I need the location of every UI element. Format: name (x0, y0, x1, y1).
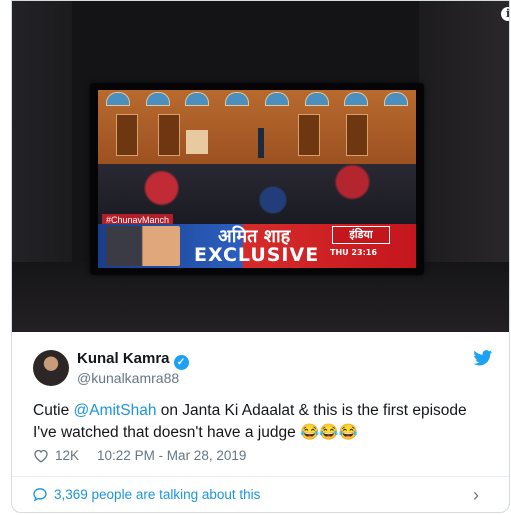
television-screen: #ChunavManch अमित शाह EXCLUSIVE इंडिया T… (98, 90, 416, 268)
tweet-text: Cutie @AmitShah on Janta Ki Adaalat & th… (33, 400, 493, 444)
host-figure (258, 128, 264, 158)
stage-arches (98, 92, 416, 106)
stage-door (158, 114, 180, 156)
stage-door (346, 114, 368, 156)
broadcast-clock: THU 23:16 (330, 248, 377, 257)
arch (384, 92, 409, 106)
tweet-meta: 12K 10:22 PM - Mar 28, 2019 (33, 448, 246, 463)
author-handle[interactable]: @kunalkamra88 (77, 370, 179, 386)
arch (304, 92, 329, 106)
guest-seat (186, 130, 208, 154)
avatar[interactable] (33, 350, 69, 386)
talking-about-link[interactable]: 3,369 people are talking about this (32, 487, 260, 502)
mention-link[interactable]: @AmitShah (74, 402, 157, 419)
channel-logo: इंडिया (332, 226, 390, 244)
author-name-row[interactable]: Kunal Kamra ✓ (77, 350, 189, 370)
stage-door (116, 114, 138, 156)
arch (264, 92, 289, 106)
arch (145, 92, 170, 106)
tweet-photo[interactable]: #ChunavManch अमित शाह EXCLUSIVE इंडिया T… (12, 1, 509, 332)
like-count[interactable]: 12K (55, 448, 79, 463)
arch (105, 92, 130, 106)
tweet-timestamp[interactable]: 10:22 PM - Mar 28, 2019 (97, 448, 246, 463)
tweet-card: #ChunavManch अमित शाह EXCLUSIVE इंडिया T… (11, 0, 510, 513)
arch (225, 92, 250, 106)
divider (12, 476, 509, 477)
heart-icon[interactable] (33, 448, 49, 463)
stage-door (298, 114, 320, 156)
comment-bubble-icon (33, 488, 47, 502)
laughing-emoji-icon: 😂😂😂 (300, 424, 358, 441)
twitter-bird-icon[interactable] (473, 350, 493, 366)
stage-set (98, 90, 416, 170)
author-name[interactable]: Kunal Kamra (77, 350, 170, 367)
exclusive-headline: EXCLUSIVE (194, 244, 320, 266)
tweet-text-prefix: Cutie (33, 402, 74, 419)
tweet-header: Kunal Kamra ✓ @kunalkamra88 (12, 332, 509, 390)
arch (344, 92, 369, 106)
verified-badge-icon: ✓ (173, 355, 189, 370)
info-icon[interactable]: i (501, 7, 509, 21)
talking-about-text[interactable]: 3,369 people are talking about this (54, 487, 260, 502)
chevron-right-icon[interactable]: › (473, 485, 479, 506)
presenter-portraits (106, 226, 180, 266)
lower-third-banner: अमित शाह EXCLUSIVE इंडिया THU 23:16 (98, 224, 416, 268)
arch (185, 92, 210, 106)
